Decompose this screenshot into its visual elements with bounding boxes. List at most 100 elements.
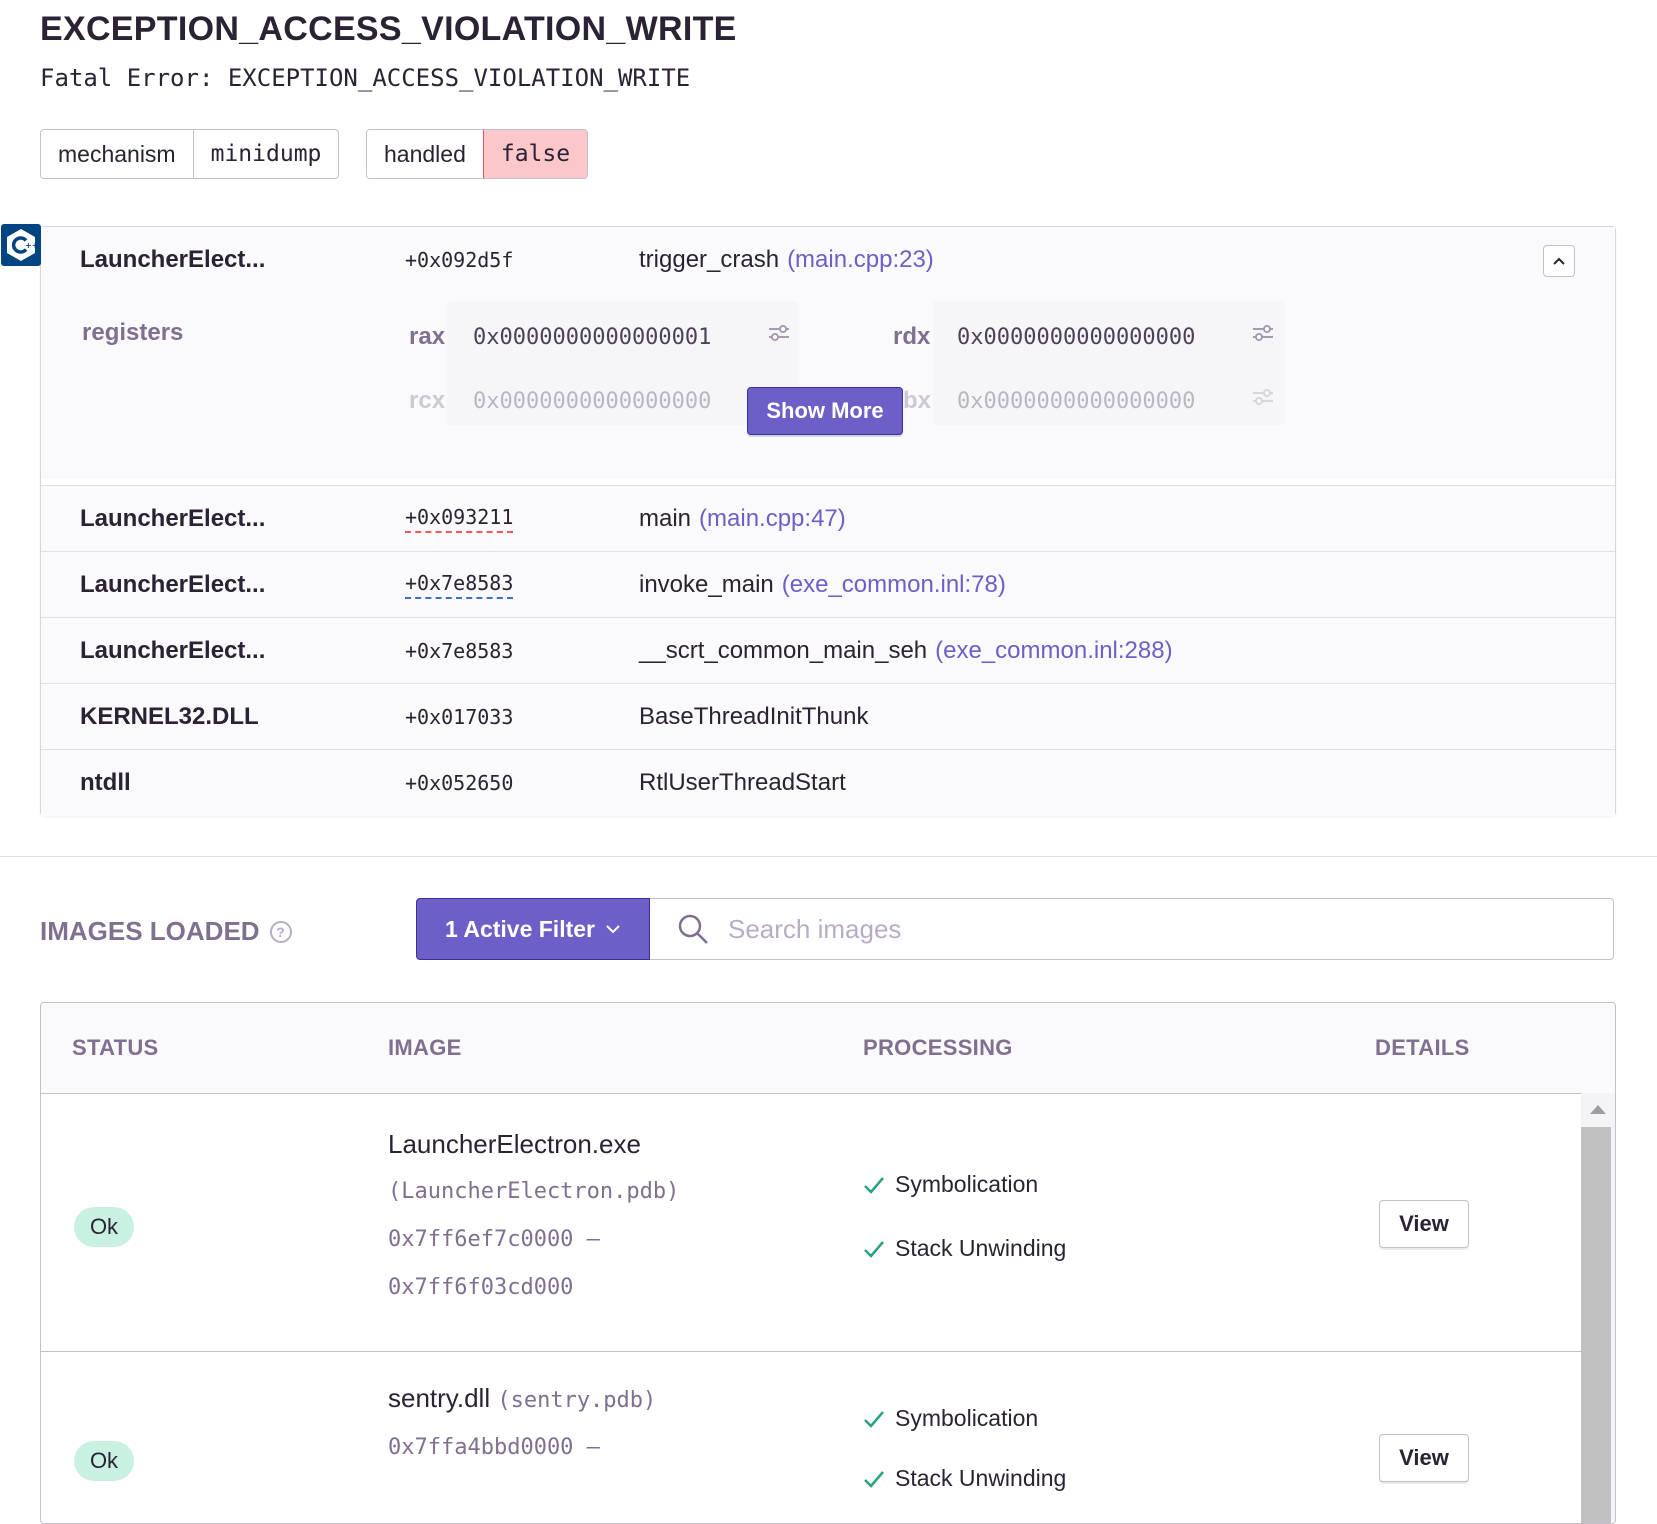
frame-function: invoke_main (exe_common.inl:78) [639,571,1006,599]
filter-label: 1 Active Filter [445,915,595,942]
frame-package: LauncherElect... [80,246,266,273]
image-address-start: 0x7ffa4bbd0000 – [388,1435,600,1460]
column-header-processing: PROCESSING [863,1035,1013,1060]
collapse-button[interactable] [1543,245,1575,277]
frame-package: LauncherElect... [80,505,266,532]
svg-text:++: ++ [25,241,37,250]
status-badge: Ok [74,1207,134,1247]
frame-row[interactable]: ntdll +0x052650 RtlUserThreadStart [41,749,1615,816]
column-header-image: IMAGE [388,1035,462,1060]
check-icon [864,1410,884,1428]
settings-sliders-icon [1251,387,1275,412]
scrollbar-thumb[interactable] [1581,1127,1611,1523]
frame-function: __scrt_common_main_seh (exe_common.inl:28… [639,637,1173,665]
image-address-end: 0x7ff6f03cd000 [388,1275,574,1300]
frame-row[interactable]: LauncherElect... +0x7e8583 __scrt_common… [41,617,1615,684]
register-value[interactable]: 0x0000000000000001 [473,325,711,350]
registers-panel: registers rax 0x0000000000000001 rdx 0x0… [41,293,1615,479]
search-input[interactable] [726,912,1550,946]
register-value: 0x0000000000000000 [957,389,1196,414]
table-row: Ok LauncherElectron.exe (LauncherElectro… [41,1093,1581,1352]
processing-item: Stack Unwinding [863,1465,1066,1492]
image-address-start: 0x7ff6ef7c0000 – [388,1227,600,1252]
registers-title: registers [82,319,184,346]
processing-label: Symbolication [895,1171,1039,1197]
table-row: Ok sentry.dll (sentry.pdb) 0x7ffa4bbd000… [41,1351,1581,1523]
frame-row[interactable]: KERNEL32.DLL +0x017033 BaseThreadInitThu… [41,683,1615,750]
search-bar [650,898,1614,960]
processing-item: Stack Unwinding [863,1235,1066,1262]
frame-row[interactable]: LauncherElect... +0x093211 main (main.cpp… [41,485,1615,552]
section-divider [0,856,1657,857]
search-icon [676,912,710,946]
tag-key: handled [367,130,483,178]
section-title: IMAGES LOADED [40,916,260,946]
view-button[interactable]: View [1379,1200,1469,1248]
tag-handled[interactable]: handled false [366,129,589,179]
function-name: main [639,505,692,532]
image-name: LauncherElectron.exe [388,1129,641,1159]
register-value: 0x0000000000000000 [473,389,712,414]
question-mark-icon[interactable]: ? [269,920,292,943]
function-name: BaseThreadInitThunk [639,703,869,730]
settings-sliders-icon[interactable] [767,323,791,348]
settings-sliders-icon[interactable] [1251,323,1275,348]
page-title: EXCEPTION_ACCESS_VIOLATION_WRITE [40,10,737,48]
frame-row[interactable]: LauncherElect... +0x7e8583 invoke_main (e… [41,551,1615,618]
register-name: rdx [893,323,931,350]
check-icon [864,1470,884,1488]
frame-file: (main.cpp:47) [699,505,846,532]
images-loaded-title: IMAGES LOADED ? [40,916,292,947]
show-more-button[interactable]: Show More [747,387,903,435]
view-button[interactable]: View [1379,1434,1469,1482]
frame-address[interactable]: +0x093211 [405,505,514,533]
frame-package: LauncherElect... [80,571,266,598]
image-name: sentry.dll (sentry.pdb) [388,1383,656,1414]
tag-value: minidump [192,130,339,178]
frame-package: KERNEL32.DLL [80,703,259,730]
frame-file: (exe_common.inl:288) [935,637,1173,664]
column-header-status: STATUS [72,1035,159,1060]
processing-label: Stack Unwinding [895,1235,1067,1261]
column-header-details: DETAILS [1375,1035,1470,1060]
tag-mechanism[interactable]: mechanism minidump [40,129,340,179]
status-badge: Ok [74,1441,134,1481]
check-icon [864,1176,884,1194]
cpp-icon: ++ [1,224,41,266]
function-name: invoke_main [639,571,774,598]
frame-address: +0x052650 [405,771,514,795]
error-message: Fatal Error: EXCEPTION_ACCESS_VIOLATION_… [40,64,691,92]
chevron-up-icon [1553,257,1565,265]
function-name: __scrt_common_main_seh [639,637,928,664]
frame-file: (exe_common.inl:78) [781,571,1006,598]
check-icon [864,1240,884,1258]
register-name: rax [409,323,446,350]
image-name-text: sentry.dll [388,1383,491,1413]
chevron-down-icon [606,925,620,934]
active-filter-button[interactable]: 1 Active Filter [416,898,650,960]
tag-key: mechanism [41,130,193,178]
image-debug-file: (sentry.pdb) [497,1388,657,1413]
function-name: RtlUserThreadStart [639,769,846,796]
processing-item: Symbolication [863,1405,1038,1432]
frame-address: +0x017033 [405,705,514,729]
scroll-up-arrow-icon[interactable] [1590,1105,1606,1114]
frame-row[interactable]: LauncherElect... +0x092d5f trigger_crash… [41,227,1615,293]
table-header: STATUS IMAGE PROCESSING DETAILS [41,1003,1615,1094]
stack-trace: LauncherElect... +0x092d5f trigger_crash… [40,226,1616,816]
frame-address: +0x092d5f [405,248,514,272]
processing-label: Stack Unwinding [895,1465,1067,1491]
images-table: STATUS IMAGE PROCESSING DETAILS Ok Launc… [40,1002,1616,1524]
scrollbar[interactable] [1581,1093,1615,1523]
function-name: trigger_crash [639,246,780,273]
frame-function: main (main.cpp:47) [639,505,846,533]
frame-address[interactable]: +0x7e8583 [405,571,514,599]
frame-function: RtlUserThreadStart [639,769,846,797]
register-value[interactable]: 0x0000000000000000 [957,325,1195,350]
register-name: bx [903,387,932,414]
processing-item: Symbolication [863,1171,1038,1198]
frame-address: +0x7e8583 [405,639,514,663]
frame-file: (main.cpp:23) [787,246,934,273]
frame-function: trigger_crash (main.cpp:23) [639,246,934,274]
frame-function: BaseThreadInitThunk [639,703,868,731]
